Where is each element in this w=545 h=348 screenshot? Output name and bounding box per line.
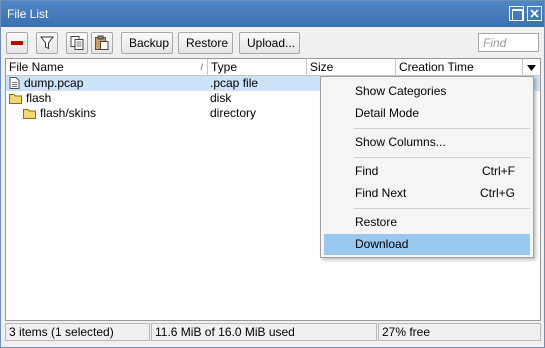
copy-icon [70,36,84,50]
chevron-down-icon [527,65,536,71]
menu-item-label: Find Next [355,186,407,200]
menu-item-find-next[interactable]: Find Next Ctrl+G [324,183,530,204]
window-title: File List [7,7,49,21]
menu-item-label: Show Categories [355,84,447,98]
sort-indicator: / [200,62,203,72]
toolbar: Backup Restore Upload... [1,27,544,61]
file-name: dump.pcap [24,76,84,90]
filter-button[interactable] [36,32,58,54]
column-header-size[interactable]: Size [307,59,396,76]
folder-icon [9,94,22,104]
column-header-creation-time[interactable]: Creation Time [396,59,523,76]
column-header-label: File Name [9,60,64,74]
column-header-label: Type [211,60,238,74]
file-type: .pcap file [210,76,259,90]
menu-item-label: Detail Mode [355,106,420,120]
menu-item-show-categories[interactable]: Show Categories [324,81,530,102]
menu-item-label: Find [355,164,379,178]
file-list-window: File List Backup Restore Upload... Find … [0,0,545,348]
file-name-cell: dump.pcap [9,76,83,91]
status-items-count: 3 items (1 selected) [5,323,150,341]
clipboard-icon [95,35,109,50]
file-name: flash [26,91,52,105]
remove-button[interactable] [6,32,28,54]
file-type: disk [210,91,232,105]
menu-item-label: Download [355,237,409,251]
title-bar[interactable]: File List [1,1,544,27]
backup-button[interactable]: Backup [121,32,173,54]
file-name: flash/skins [40,106,97,120]
menu-item-label: Restore [355,215,398,229]
file-type: directory [210,106,257,120]
menu-separator [354,128,530,129]
status-bar: 3 items (1 selected) 11.6 MiB of 16.0 Mi… [5,323,541,343]
menu-item-find[interactable]: Find Ctrl+F [324,161,530,182]
maximize-icon[interactable] [509,6,524,21]
menu-item-show-columns[interactable]: Show Columns... [324,132,530,153]
paste-button[interactable] [91,32,113,54]
find-input[interactable] [478,33,539,52]
file-icon [9,77,20,89]
status-usage: 11.6 MiB of 16.0 MiB used [151,323,377,341]
menu-item-restore[interactable]: Restore [324,212,530,233]
copy-button[interactable] [66,32,88,54]
upload-button[interactable]: Upload... [239,32,300,54]
context-menu: Show Categories Detail Mode Show Columns… [320,76,534,258]
minus-icon [11,41,23,45]
menu-separator [354,208,530,209]
table-header: File Name / Type Size Creation Time [6,59,540,76]
menu-item-detail-mode[interactable]: Detail Mode [324,103,530,124]
restore-button[interactable]: Restore [178,32,233,54]
column-header-file-name[interactable]: File Name / [6,59,208,76]
column-header-label: Creation Time [399,60,474,74]
column-header-label: Size [310,60,334,74]
menu-item-download[interactable]: Download [324,234,530,255]
menu-item-shortcut: Ctrl+G [479,186,515,200]
menu-item-shortcut: Ctrl+F [482,164,515,178]
close-icon[interactable] [527,6,542,21]
status-free: 27% free [378,323,541,341]
funnel-icon [40,36,54,50]
menu-item-label: Show Columns... [355,135,446,149]
column-menu-button[interactable] [523,59,540,76]
file-name-cell: flash/skins [23,106,96,121]
menu-separator [354,157,530,158]
file-name-cell: flash [9,91,51,106]
column-header-type[interactable]: Type [208,59,307,76]
folder-icon [23,109,36,119]
